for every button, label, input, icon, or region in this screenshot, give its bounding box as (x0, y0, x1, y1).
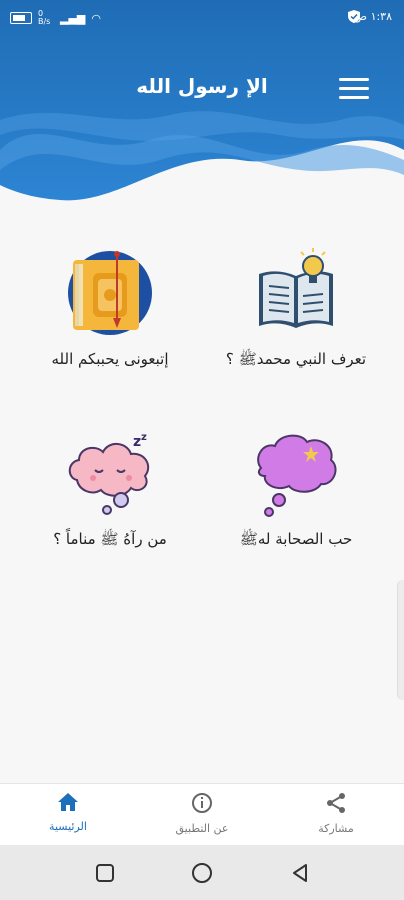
card-follow-prophet[interactable]: إتبعونى يحببكم الله (20, 248, 200, 398)
sleeping-cloud-icon: z z (65, 428, 155, 518)
nav-home-label: الرئيسية (49, 820, 87, 833)
card-companions-love[interactable]: حب الصحابة لهﷺ (206, 428, 386, 578)
menu-button[interactable] (339, 78, 369, 100)
menu-icon-bar (339, 87, 369, 90)
nav-share[interactable]: مشاركة (276, 792, 396, 835)
card-know-prophet[interactable]: تعرف النبي محمدﷺ ؟ (206, 248, 386, 398)
menu-icon (339, 78, 369, 81)
bottom-navigation: الرئيسية عن التطبيق مشاركة (0, 783, 404, 846)
battery-icon (10, 12, 32, 24)
card-label: إتبعونى يحببكم الله (51, 350, 169, 368)
status-left: 0 B/s ▂▄▆ ◠ (10, 10, 101, 26)
edge-panel-handle[interactable] (397, 580, 404, 700)
status-right: ١:٣٨ ص (347, 10, 392, 23)
circle-icon (192, 863, 212, 883)
system-navigation-bar (0, 845, 404, 900)
nav-about[interactable]: عن التطبيق (142, 792, 262, 835)
moon-star-cloud-icon (251, 428, 341, 518)
back-triangle-icon (293, 864, 307, 882)
svg-text:z: z (133, 434, 141, 450)
open-book-lightbulb-icon (251, 248, 341, 338)
signal-icon: ▂▄▆ (60, 11, 86, 25)
nav-share-label: مشاركة (318, 822, 354, 835)
recents-button[interactable] (93, 861, 117, 885)
quran-book-icon (65, 248, 155, 338)
nav-home[interactable]: الرئيسية (8, 792, 128, 833)
status-bar: 0 B/s ▂▄▆ ◠ ١:٣٨ ص (0, 0, 404, 38)
info-icon (192, 793, 212, 813)
menu-icon-bar (339, 96, 369, 99)
data-speed: 0 B/s (38, 9, 51, 26)
app-header: 0 B/s ▂▄▆ ◠ ١:٣٨ ص الإ رسول الله (0, 0, 404, 210)
nav-about-label: عن التطبيق (175, 822, 229, 835)
card-label: تعرف النبي محمدﷺ ؟ (225, 350, 367, 368)
home-system-button[interactable] (190, 861, 214, 885)
card-dream-seen[interactable]: z z من رآهُ ﷺ مناماً ؟ (20, 428, 200, 578)
share-icon (327, 793, 345, 813)
wifi-icon: ◠ (91, 11, 101, 25)
square-icon (96, 864, 114, 882)
home-icon (58, 793, 78, 811)
back-button[interactable] (288, 861, 312, 885)
svg-text:z: z (141, 432, 147, 443)
card-label: حب الصحابة لهﷺ (239, 530, 353, 548)
card-label: من رآهُ ﷺ مناماً ؟ (53, 530, 167, 548)
